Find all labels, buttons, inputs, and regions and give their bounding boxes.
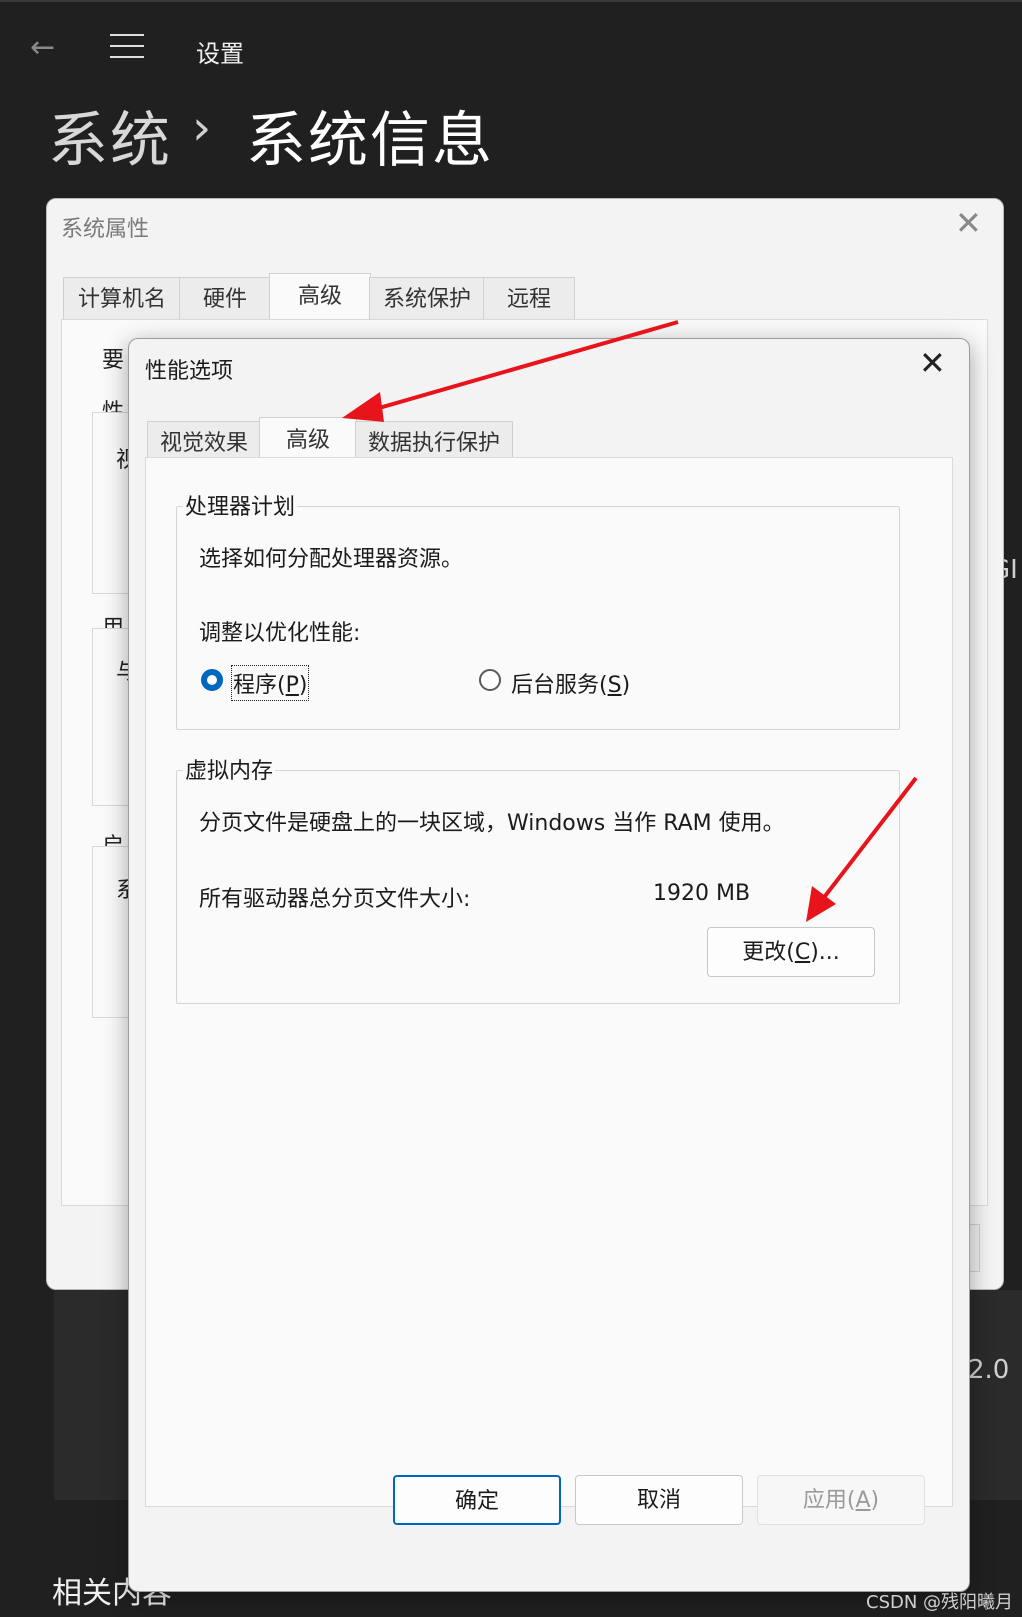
tab-computer-name[interactable]: 计算机名 — [63, 277, 181, 320]
close-icon[interactable]: ✕ — [955, 207, 982, 239]
window-top-border — [0, 0, 1022, 2]
processor-scheduling-group: 处理器计划 选择如何分配处理器资源。 调整以优化性能: 程序(P) 后台服务(S… — [176, 489, 900, 730]
performance-options-dialog: 性能选项 ✕ 视觉效果 高级 数据执行保护 处理器计划 选择如何分配处理器资源。… — [128, 338, 970, 1592]
radio-programs-label[interactable]: 程序(P) — [230, 665, 310, 701]
dialog-title: 性能选项 — [145, 359, 234, 384]
paging-file-size-value: 1920 MB — [653, 881, 751, 906]
paging-file-size-label: 所有驱动器总分页文件大小: — [199, 887, 471, 912]
tab-remote[interactable]: 远程 — [483, 277, 575, 320]
breadcrumb-system[interactable]: 系统 — [48, 92, 172, 179]
apply-button[interactable]: 应用(A) — [757, 1475, 925, 1525]
group-title: 虚拟内存 — [183, 753, 276, 785]
tab-content-panel: 处理器计划 选择如何分配处理器资源。 调整以优化性能: 程序(P) 后台服务(S… — [145, 457, 953, 1507]
watermark-text: CSDN @残阳曦月 — [866, 1592, 1014, 1613]
close-icon[interactable]: ✕ — [919, 347, 946, 379]
tab-system-protection[interactable]: 系统保护 — [369, 277, 485, 320]
processor-description: 选择如何分配处理器资源。 — [199, 547, 464, 572]
cancel-button[interactable]: 取消 — [575, 1475, 743, 1525]
settings-app-title: 设置 — [196, 40, 244, 68]
breadcrumb-current-page: 系统信息 — [246, 106, 494, 176]
background-peek-text: 2.0 — [968, 1355, 1010, 1385]
adjust-for-label: 调整以优化性能: — [199, 621, 361, 646]
virtual-memory-description: 分页文件是硬盘上的一块区域，Windows 当作 RAM 使用。 — [199, 811, 785, 836]
tab-advanced[interactable]: 高级 — [269, 273, 371, 320]
group-title: 处理器计划 — [183, 489, 298, 521]
ok-button[interactable]: 确定 — [393, 1475, 561, 1525]
radio-programs[interactable] — [201, 669, 223, 691]
peek-label: 要 — [102, 348, 125, 373]
radio-background-services[interactable] — [479, 669, 501, 691]
breadcrumb-chevron-icon: › — [192, 100, 212, 156]
tab-hardware[interactable]: 硬件 — [179, 277, 271, 320]
radio-background-services-label[interactable]: 后台服务(S) — [511, 667, 630, 699]
back-arrow-icon[interactable]: ← — [30, 28, 70, 68]
dialog-title: 系统属性 — [61, 217, 150, 242]
change-virtual-memory-button[interactable]: 更改(C)... — [707, 927, 875, 977]
virtual-memory-group: 虚拟内存 分页文件是硬盘上的一块区域，Windows 当作 RAM 使用。 所有… — [176, 753, 900, 1004]
hamburger-menu-icon[interactable] — [110, 34, 144, 60]
